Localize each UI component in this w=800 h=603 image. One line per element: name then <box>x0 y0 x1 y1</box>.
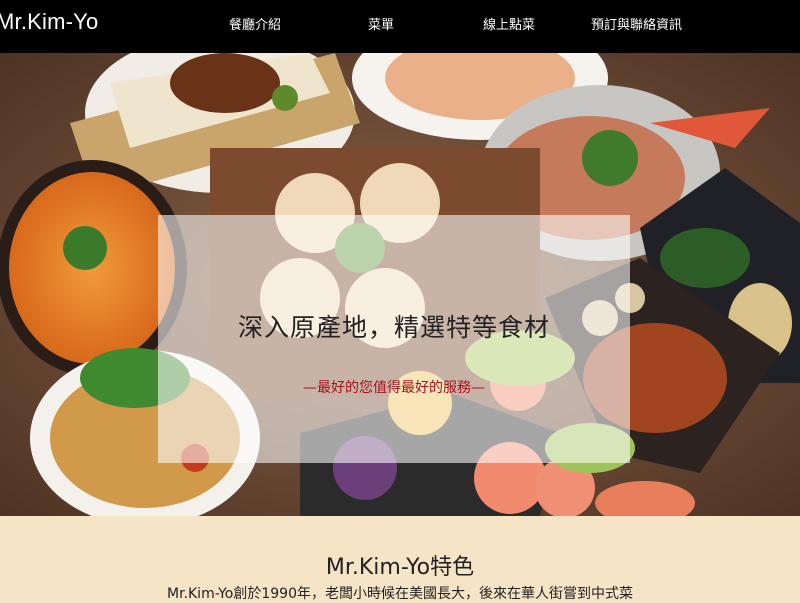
site-logo[interactable]: Mr.Kim-Yo <box>0 9 98 35</box>
hero-banner: 深入原產地，精選特等食材 —最好的您值得最好的服務— <box>0 53 800 516</box>
nav-link-restaurant-intro[interactable]: 餐廳介紹 <box>229 14 281 33</box>
nav-link-booking-contact[interactable]: 預訂與聯絡資訊 <box>591 14 682 33</box>
hero-subline: —最好的您值得最好的服務— <box>303 380 485 396</box>
features-title: Mr.Kim-Yo特色 <box>325 555 475 580</box>
features-section: Mr.Kim-Yo特色 Mr.Kim-Yo創於1990年，老闆小時候在美國長大，… <box>0 516 800 602</box>
nav-link-online-order[interactable]: 線上點菜 <box>483 14 535 33</box>
features-description: Mr.Kim-Yo創於1990年，老闆小時候在美國長大，後來在華人街嘗到中式菜 <box>167 586 633 602</box>
hero-caption-box: 深入原產地，精選特等食材 —最好的您值得最好的服務— <box>158 215 630 463</box>
top-navigation-bar: Mr.Kim-Yo 餐廳介紹 菜單 線上點菜 預訂與聯絡資訊 <box>0 0 800 53</box>
hero-headline: 深入原產地，精選特等食材 <box>237 313 550 342</box>
nav-link-menu[interactable]: 菜單 <box>368 14 394 33</box>
